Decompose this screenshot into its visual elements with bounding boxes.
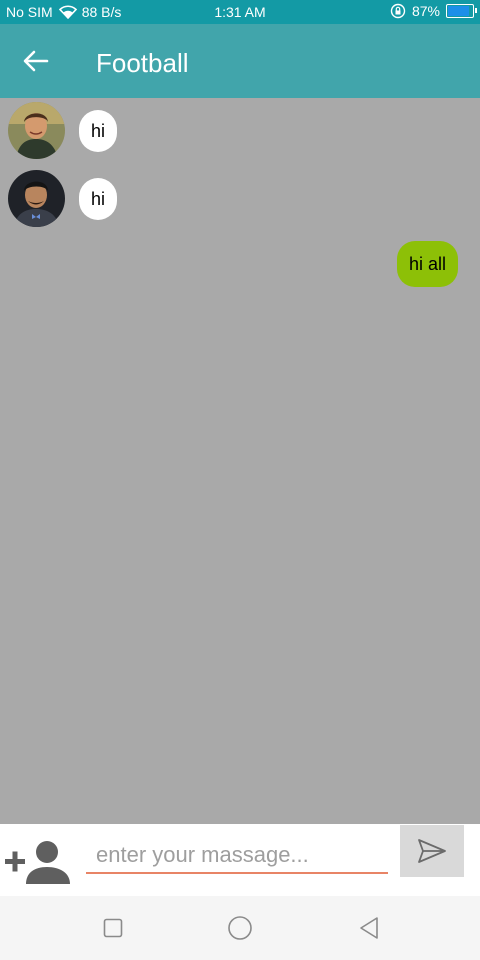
- page-title: Football: [96, 48, 189, 78]
- message-input[interactable]: [86, 838, 388, 874]
- send-icon: [418, 839, 446, 863]
- status-right: 87%: [390, 3, 477, 19]
- app-bar: Football: [0, 24, 480, 98]
- system-nav-bar: [0, 896, 480, 960]
- recent-apps-button[interactable]: [99, 914, 127, 942]
- message-incoming: hi: [8, 170, 117, 227]
- message-outgoing-bubble[interactable]: hi all: [396, 241, 458, 287]
- message-incoming: hi: [8, 102, 117, 159]
- avatar[interactable]: [8, 170, 65, 227]
- message-bubble[interactable]: hi: [79, 109, 117, 152]
- add-person-icon: [5, 841, 70, 884]
- arrow-left-icon: [23, 50, 49, 72]
- send-button[interactable]: [400, 825, 464, 877]
- message-bubble[interactable]: hi: [79, 177, 117, 220]
- recent-apps-icon: [103, 918, 123, 938]
- home-button[interactable]: [226, 914, 254, 942]
- rotation-lock-icon: [390, 3, 406, 19]
- battery-icon: [446, 4, 477, 18]
- battery-percent: 87%: [411, 3, 440, 19]
- status-bar: No SIM 88 B/s 1:31 AM 87%: [0, 0, 480, 24]
- composer-bar: [0, 824, 480, 896]
- back-button[interactable]: [18, 45, 54, 77]
- battery-level-fill: [448, 6, 469, 16]
- home-icon: [228, 916, 252, 940]
- add-member-button[interactable]: [2, 832, 74, 888]
- avatar[interactable]: [8, 102, 65, 159]
- chat-area[interactable]: hi hi hi all: [0, 98, 480, 824]
- back-nav-button[interactable]: [355, 914, 383, 942]
- back-triangle-icon: [360, 917, 378, 939]
